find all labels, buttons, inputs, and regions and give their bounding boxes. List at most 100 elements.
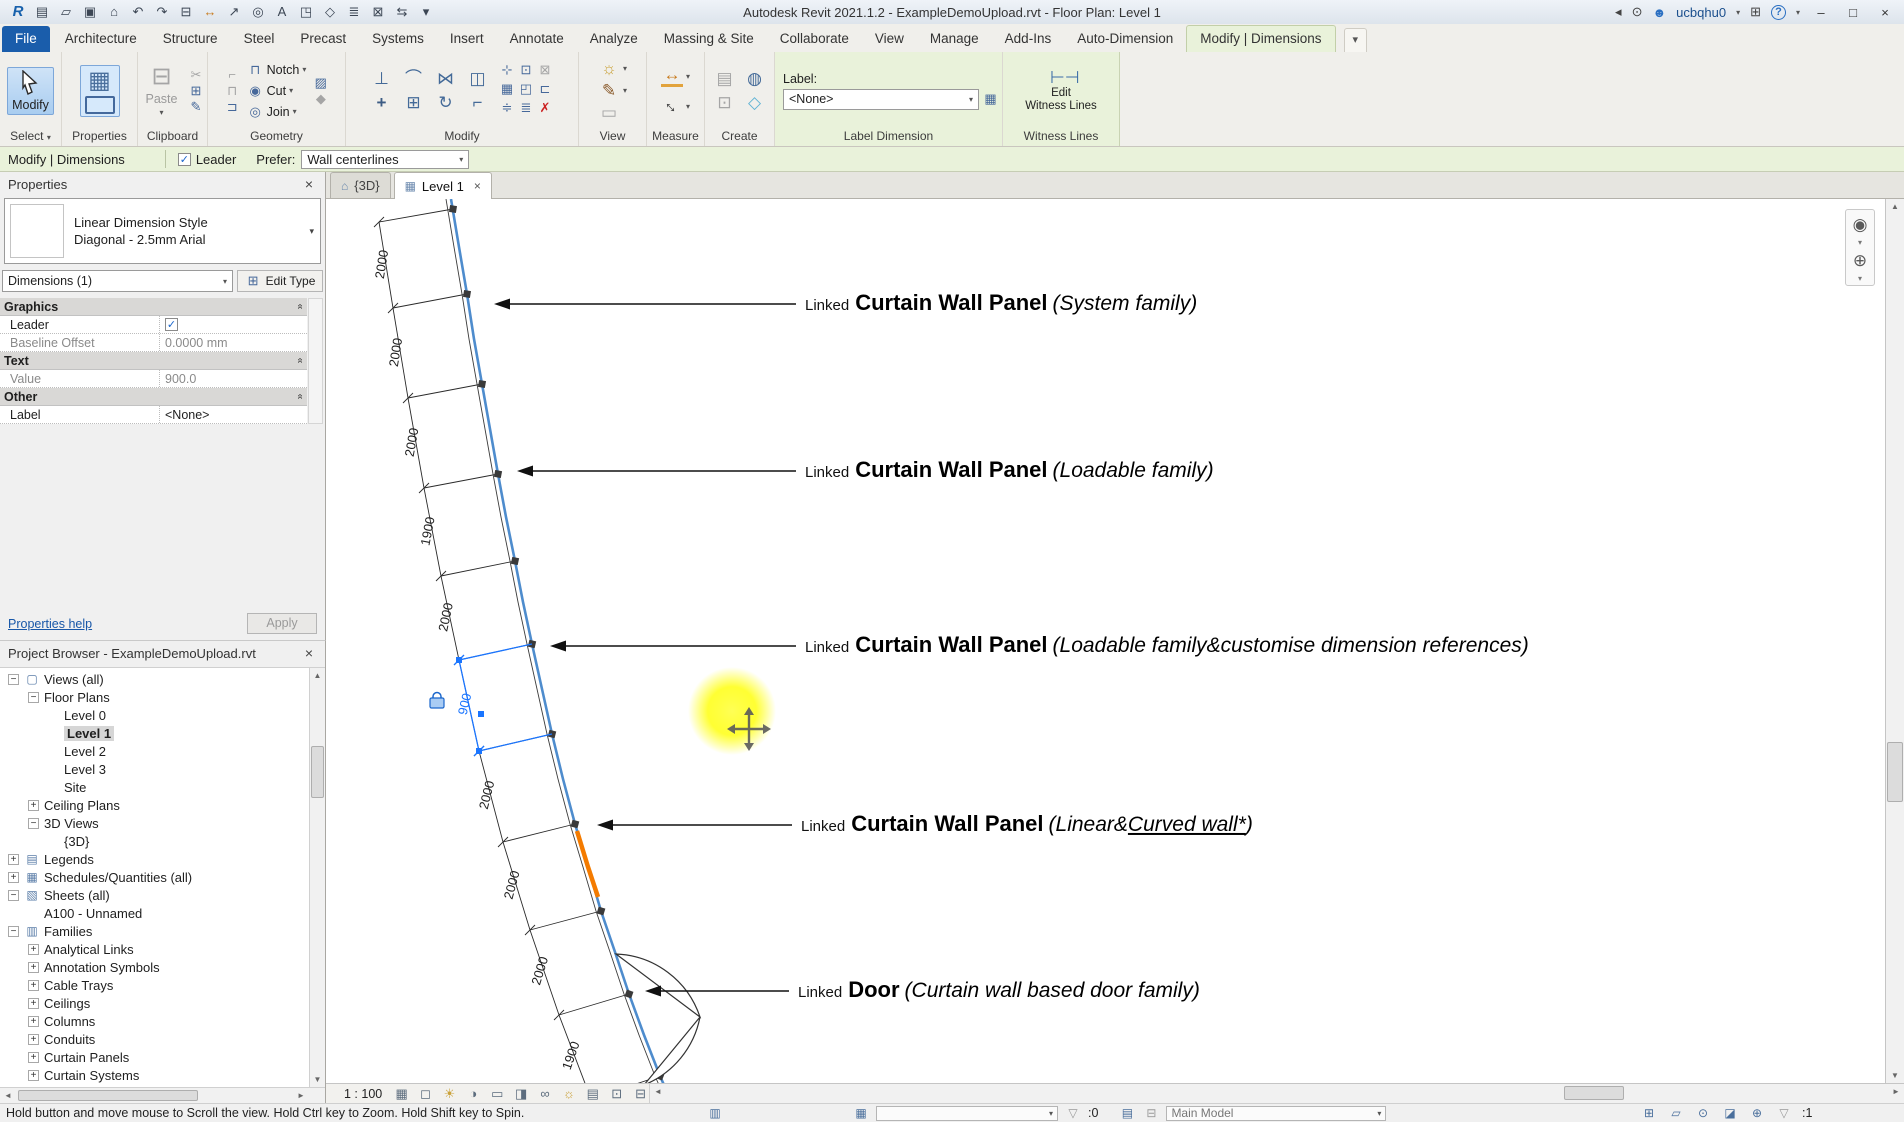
offset-icon[interactable]: ⌒ (403, 70, 425, 88)
expander-icon[interactable]: − (8, 926, 19, 937)
array-icon[interactable]: ▦ (499, 82, 516, 99)
account-icon[interactable]: ☻ (1652, 5, 1666, 20)
expander-icon[interactable]: − (28, 692, 39, 703)
trim-icon[interactable]: ⌐ (467, 94, 489, 112)
tree-item-views[interactable]: −▢Views (all) (0, 670, 325, 688)
worksharing-display-icon[interactable]: ▤ (584, 1086, 601, 1102)
join-geometry-button[interactable]: ◎ Join ▾ (247, 102, 307, 121)
tree-item-3d-views[interactable]: −3D Views (0, 814, 325, 832)
close-hidden-windows-icon[interactable]: ⊠ (366, 2, 390, 22)
dim-label[interactable]: 2000 (372, 249, 391, 280)
expander-icon[interactable]: + (28, 980, 39, 991)
tree-item-sheets[interactable]: −▧Sheets (all) (0, 886, 325, 904)
drawing-area[interactable]: 2000 2000 2000 1900 2000 2000 2000 2000 … (326, 199, 1885, 1083)
sync-icon[interactable]: ⌂ (102, 2, 126, 22)
expander-icon[interactable]: + (28, 1052, 39, 1063)
demolish-icon[interactable]: ◆ (312, 92, 329, 106)
tab-file[interactable]: File (2, 26, 50, 52)
measure-ruler-icon[interactable]: ↔ (661, 66, 683, 87)
create-parts-icon[interactable]: ▤ (714, 70, 736, 88)
value-property-value[interactable]: 900.0 (160, 370, 307, 387)
expander-icon[interactable]: − (28, 818, 39, 829)
worksharing-monitor-icon[interactable]: ▥ (706, 1106, 724, 1120)
tree-item-curtain-systems[interactable]: +Curtain Systems (0, 1066, 325, 1084)
tree-item-site[interactable]: Site (0, 778, 325, 796)
tree-item-conduits[interactable]: +Conduits (0, 1030, 325, 1048)
baseline-offset-value[interactable]: 0.0000 mm (160, 334, 307, 351)
properties-close-icon[interactable]: × (301, 176, 317, 192)
signed-in-user[interactable]: ucbqhu0 (1676, 5, 1726, 20)
dimension-lock-icon[interactable] (430, 693, 444, 709)
paste-button[interactable]: ⊟ Paste ▾ (141, 61, 183, 120)
tree-item-legends[interactable]: +▤Legends (0, 850, 325, 868)
workset-dropdown[interactable]: ▾ (876, 1106, 1058, 1121)
print-icon[interactable]: ⊟ (174, 2, 198, 22)
save-icon[interactable]: ▣ (78, 2, 102, 22)
scrollbar-thumb[interactable] (18, 1090, 198, 1101)
section-graphics[interactable]: Graphics » (0, 298, 307, 316)
modify-button[interactable]: Modify (7, 67, 54, 115)
element-filter-dropdown[interactable]: Dimensions (1) ▾ (2, 270, 233, 292)
menu-icon[interactable]: ▤ (30, 2, 54, 22)
editable-only-icon[interactable]: ▽ (1064, 1106, 1082, 1120)
select-underlay-icon[interactable]: ▱ (1667, 1106, 1685, 1120)
view-tab-close-icon[interactable]: × (474, 179, 481, 193)
select-links-icon[interactable]: ⊞ (1640, 1106, 1658, 1120)
thin-lines-icon[interactable]: ≣ (342, 2, 366, 22)
zoom-icon[interactable]: ⊕ (1847, 248, 1873, 274)
trim-single-icon[interactable]: ≑ (499, 101, 516, 118)
section-text[interactable]: Text » (0, 352, 307, 370)
panel-create-label[interactable]: Create (705, 129, 774, 146)
tree-item-families[interactable]: −▥Families (0, 922, 325, 940)
curtain-wall-line[interactable] (451, 199, 668, 1083)
copy-icon[interactable]: ⊞ (187, 84, 204, 98)
select-by-face-icon[interactable]: ◪ (1721, 1106, 1739, 1120)
panel-clipboard-label[interactable]: Clipboard (138, 129, 207, 146)
tab-structure[interactable]: Structure (150, 26, 231, 52)
panel-geometry-label[interactable]: Geometry (208, 129, 345, 146)
expander-icon[interactable]: + (28, 962, 39, 973)
scrollbar-thumb[interactable] (1564, 1086, 1624, 1100)
properties-header[interactable]: Properties × (0, 172, 325, 196)
tab-manage[interactable]: Manage (917, 26, 992, 52)
dim-label[interactable]: 2000 (402, 427, 422, 458)
annotation-customise-references[interactable]: LinkedCurtain Wall Panel(Loadable family… (805, 632, 1529, 658)
panel-modify-label[interactable]: Modify (346, 129, 578, 146)
measure-between-refs-icon[interactable]: ↔ (658, 92, 686, 120)
editing-requests-icon[interactable]: ▤ (1118, 1106, 1136, 1120)
tab-modify-dimensions[interactable]: Modify | Dimensions (1186, 25, 1335, 52)
section-collapse-icon[interactable]: » (295, 358, 306, 364)
expander-icon[interactable]: + (8, 872, 19, 883)
tag-icon[interactable]: ◎ (246, 2, 270, 22)
panel-witness-lines-label[interactable]: Witness Lines (1003, 129, 1119, 146)
properties-toggle-button[interactable]: ▦ (80, 65, 120, 117)
tab-architecture[interactable]: Architecture (52, 26, 150, 52)
cut-geometry-button[interactable]: ◉ Cut ▾ (247, 81, 307, 100)
account-caret-icon[interactable]: ▾ (1736, 8, 1740, 17)
tree-item-level-3[interactable]: Level 3 (0, 760, 325, 778)
tree-item-a100[interactable]: A100 - Unnamed (0, 904, 325, 922)
reveal-hidden-elements-icon[interactable]: ☼ (560, 1086, 577, 1101)
tree-item-annotation-symbols[interactable]: +Annotation Symbols (0, 958, 325, 976)
tab-systems[interactable]: Systems (359, 26, 437, 52)
align-icon[interactable]: ⊥ (371, 70, 393, 88)
panel-measure-label[interactable]: Measure (647, 129, 704, 146)
view-tab-3d[interactable]: ⌂ {3D} (330, 172, 391, 198)
move-icon[interactable]: + (371, 94, 393, 112)
tree-item-floor-plans[interactable]: −Floor Plans (0, 688, 325, 706)
tree-item-3d[interactable]: {3D} (0, 832, 325, 850)
panel-view-label[interactable]: View (579, 129, 646, 146)
tree-item-analytical-links[interactable]: +Analytical Links (0, 940, 325, 958)
aligned-dimension-icon[interactable]: ↗ (222, 2, 246, 22)
prefer-dropdown[interactable]: Wall centerlines ▾ (301, 150, 469, 169)
view-scale[interactable]: 1 : 100 (344, 1087, 382, 1101)
view-tab-level1[interactable]: ▦ Level 1 × (394, 172, 492, 199)
scrollbar-thumb[interactable] (311, 746, 324, 798)
label-dropdown[interactable]: <None> ▾ (783, 89, 979, 110)
section-icon[interactable]: ◇ (318, 2, 342, 22)
switch-windows-icon[interactable]: ⇆ (390, 2, 414, 22)
type-selector[interactable]: Linear Dimension Style Diagonal - 2.5mm … (4, 198, 321, 264)
drag-on-selection-icon[interactable]: ⊕ (1748, 1106, 1766, 1120)
tree-item-level-1[interactable]: Level 1 (0, 724, 325, 742)
dim-label[interactable]: 2000 (476, 779, 498, 811)
